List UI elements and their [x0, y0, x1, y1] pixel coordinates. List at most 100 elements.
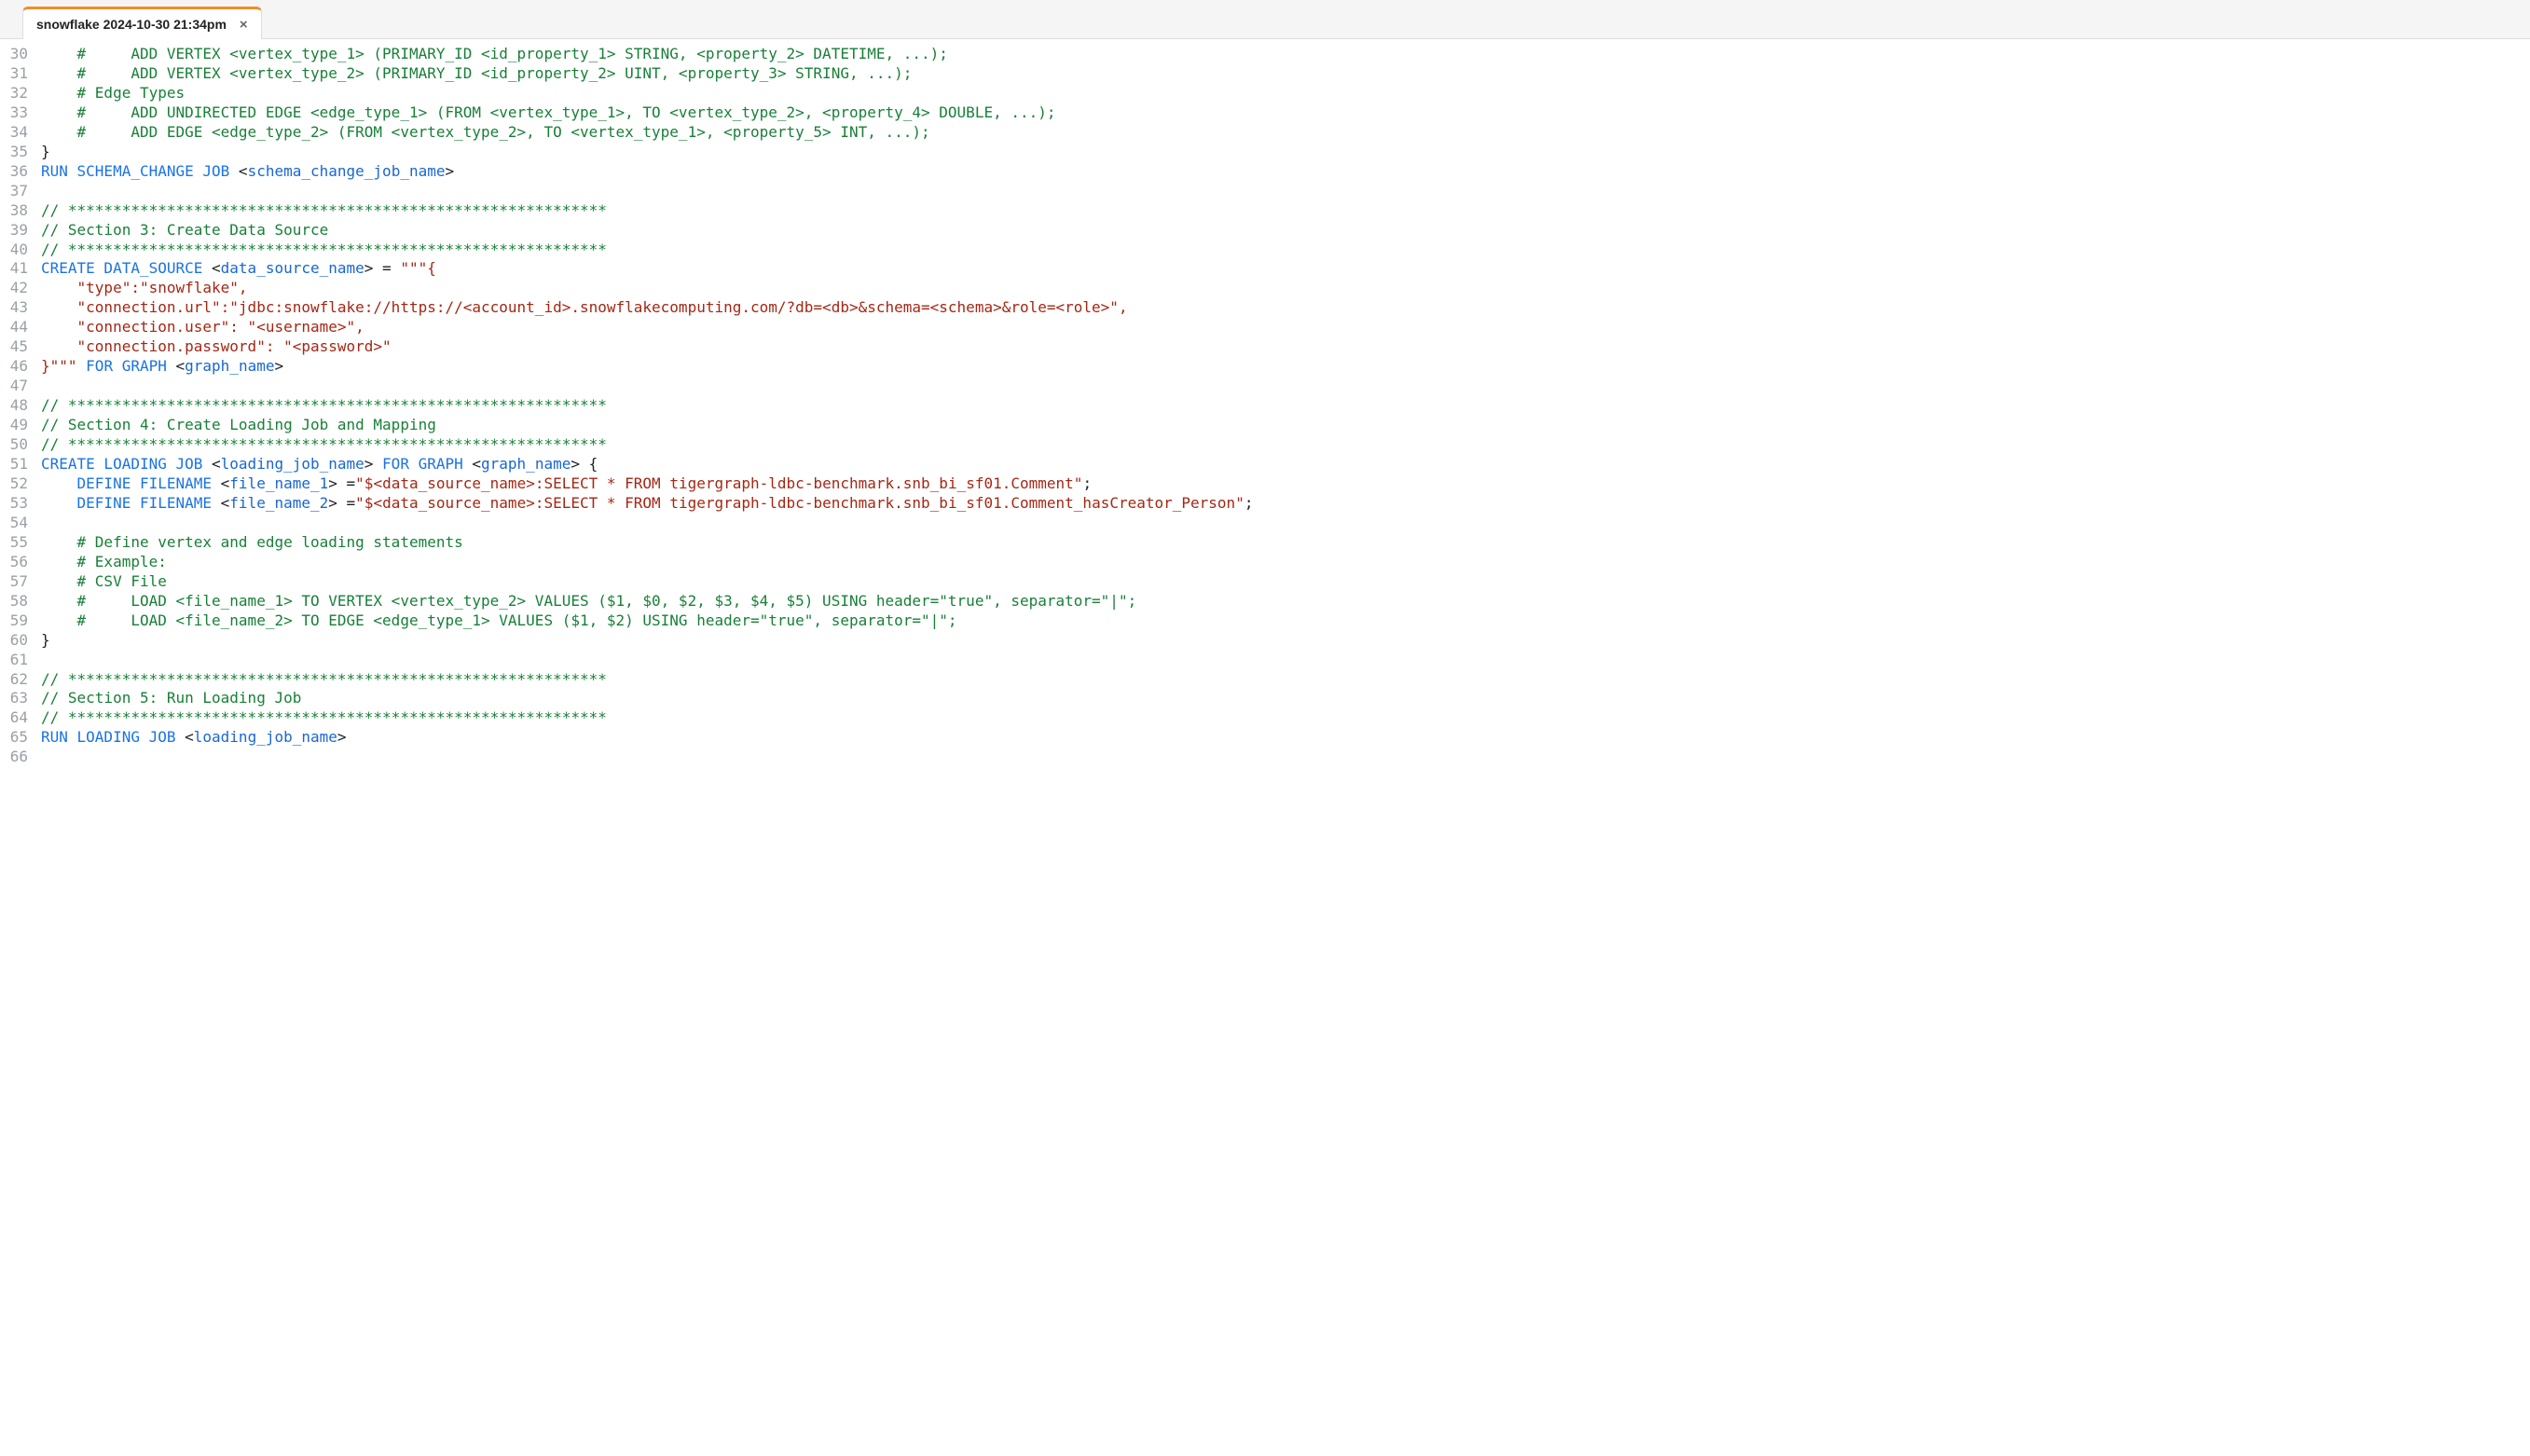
token-ident: loading_job_name [194, 728, 337, 746]
line-number: 53 [0, 494, 28, 514]
code-line[interactable]: "connection.password": "<password>" [41, 337, 2530, 357]
token-plain: ; [1244, 494, 1254, 512]
token-plain [41, 103, 77, 121]
token-plain [77, 357, 87, 375]
line-number: 37 [0, 182, 28, 201]
token-cmt: // *************************************… [41, 201, 607, 219]
code-line[interactable] [41, 514, 2530, 533]
code-line[interactable]: // *************************************… [41, 670, 2530, 690]
token-plain: < [212, 474, 229, 492]
token-kw: FOR GRAPH [86, 357, 167, 375]
line-number: 35 [0, 143, 28, 162]
close-icon[interactable]: × [240, 18, 248, 32]
code-line[interactable]: DEFINE FILENAME <file_name_1> ="$<data_s… [41, 474, 2530, 494]
token-cmt: # CSV File [77, 572, 167, 590]
token-str: "connection.url":"jdbc:snowflake://https… [77, 298, 1128, 316]
code-line[interactable]: "type":"snowflake", [41, 279, 2530, 298]
token-plain [41, 611, 77, 629]
token-kw: DEFINE FILENAME [77, 494, 213, 512]
tab-title: snowflake 2024-10-30 21:34pm [36, 17, 227, 32]
line-number: 31 [0, 64, 28, 84]
token-plain: > = [328, 494, 355, 512]
token-str: "$<data_source_name>:SELECT * FROM tiger… [355, 494, 1244, 512]
code-line[interactable] [41, 748, 2530, 767]
code-line[interactable]: # LOAD <file_name_1> TO VERTEX <vertex_t… [41, 592, 2530, 611]
code-line[interactable]: # ADD VERTEX <vertex_type_1> (PRIMARY_ID… [41, 45, 2530, 64]
token-plain: > [364, 455, 382, 473]
code-line[interactable]: # Define vertex and edge loading stateme… [41, 533, 2530, 553]
line-number: 48 [0, 396, 28, 416]
code-line[interactable]: CREATE LOADING JOB <loading_job_name> FO… [41, 455, 2530, 474]
code-line[interactable]: RUN SCHEMA_CHANGE JOB <schema_change_job… [41, 162, 2530, 182]
line-number: 42 [0, 279, 28, 298]
code-line[interactable]: // *************************************… [41, 396, 2530, 416]
code-line[interactable] [41, 377, 2530, 396]
token-cmt: # ADD VERTEX <vertex_type_2> (PRIMARY_ID… [77, 64, 913, 82]
code-line[interactable]: RUN LOADING JOB <loading_job_name> [41, 728, 2530, 748]
code-line[interactable]: # ADD EDGE <edge_type_2> (FROM <vertex_t… [41, 123, 2530, 143]
token-plain [41, 553, 77, 570]
token-cmt: # ADD VERTEX <vertex_type_1> (PRIMARY_ID… [77, 45, 948, 62]
token-cmt: // *************************************… [41, 240, 607, 258]
code-line[interactable]: # Example: [41, 553, 2530, 572]
code-line[interactable]: // *************************************… [41, 708, 2530, 728]
code-line[interactable]: # ADD VERTEX <vertex_type_2> (PRIMARY_ID… [41, 64, 2530, 84]
code-line[interactable]: } [41, 143, 2530, 162]
line-number: 57 [0, 572, 28, 592]
code-line[interactable]: DEFINE FILENAME <file_name_2> ="$<data_s… [41, 494, 2530, 514]
code-line[interactable]: // Section 3: Create Data Source [41, 221, 2530, 240]
code-line[interactable]: // Section 4: Create Loading Job and Map… [41, 416, 2530, 435]
line-number: 46 [0, 357, 28, 377]
code-line[interactable]: } [41, 631, 2530, 651]
token-cmt: # Example: [77, 553, 167, 570]
code-line[interactable]: }""" FOR GRAPH <graph_name> [41, 357, 2530, 377]
token-plain [41, 592, 77, 610]
code-line[interactable]: # CSV File [41, 572, 2530, 592]
code-editor[interactable]: 3031323334353637383940414243444546474849… [0, 39, 2530, 767]
line-number: 44 [0, 318, 28, 337]
token-plain: > = [364, 259, 401, 277]
line-number: 39 [0, 221, 28, 240]
token-plain: > = [328, 474, 355, 492]
line-number: 33 [0, 103, 28, 123]
token-cmt: // Section 4: Create Loading Job and Map… [41, 416, 436, 433]
tab-active[interactable]: snowflake 2024-10-30 21:34pm × [22, 7, 262, 39]
line-number: 63 [0, 689, 28, 708]
token-kw: CREATE LOADING JOB [41, 455, 202, 473]
code-line[interactable]: // *************************************… [41, 201, 2530, 221]
line-number: 65 [0, 728, 28, 748]
code-line[interactable]: # ADD UNDIRECTED EDGE <edge_type_1> (FRO… [41, 103, 2530, 123]
code-line[interactable] [41, 182, 2530, 201]
tab-bar: snowflake 2024-10-30 21:34pm × [0, 0, 2530, 39]
token-cmt: # ADD EDGE <edge_type_2> (FROM <vertex_t… [77, 123, 930, 141]
code-line[interactable]: "connection.user": "<username>", [41, 318, 2530, 337]
code-line[interactable]: # LOAD <file_name_2> TO EDGE <edge_type_… [41, 611, 2530, 631]
code-line[interactable]: // *************************************… [41, 240, 2530, 260]
token-cmt: // Section 5: Run Loading Job [41, 689, 301, 707]
line-number: 47 [0, 377, 28, 396]
token-cmt: # ADD UNDIRECTED EDGE <edge_type_1> (FRO… [77, 103, 1056, 121]
code-line[interactable]: // *************************************… [41, 435, 2530, 455]
code-line[interactable] [41, 651, 2530, 670]
line-number: 52 [0, 474, 28, 494]
code-line[interactable]: // Section 5: Run Loading Job [41, 689, 2530, 708]
code-line[interactable]: "connection.url":"jdbc:snowflake://https… [41, 298, 2530, 318]
code-content[interactable]: # ADD VERTEX <vertex_type_1> (PRIMARY_ID… [41, 45, 2530, 767]
token-cmt: // Section 3: Create Data Source [41, 221, 328, 239]
token-cmt: // *************************************… [41, 435, 607, 453]
code-line[interactable]: CREATE DATA_SOURCE <data_source_name> = … [41, 259, 2530, 279]
token-cmt: // *************************************… [41, 670, 607, 688]
token-plain [41, 84, 77, 102]
token-ident: loading_job_name [221, 455, 364, 473]
token-str: "connection.user": "<username>", [77, 318, 364, 336]
token-cmt: # LOAD <file_name_1> TO VERTEX <vertex_t… [77, 592, 1137, 610]
token-plain: < [229, 162, 247, 180]
line-number: 32 [0, 84, 28, 103]
token-kw: CREATE DATA_SOURCE [41, 259, 202, 277]
token-ident: schema_change_job_name [248, 162, 446, 180]
code-line[interactable]: # Edge Types [41, 84, 2530, 103]
token-plain: } [41, 631, 50, 649]
line-number: 66 [0, 748, 28, 767]
line-number: 50 [0, 435, 28, 455]
line-number: 58 [0, 592, 28, 611]
